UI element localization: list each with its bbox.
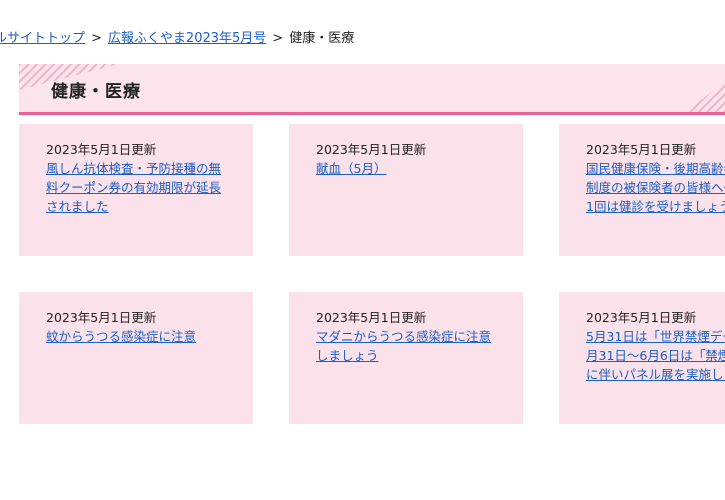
article-date: 2023年5月1日更新 xyxy=(316,310,427,325)
breadcrumb: ルサイトトップ > 広報ふくやま2023年5月号 > 健康・医療 xyxy=(0,30,354,48)
breadcrumb-link-issue[interactable]: 広報ふくやま2023年5月号 xyxy=(108,31,266,46)
article-date: 2023年5月1日更新 xyxy=(586,142,697,157)
article-link[interactable]: 蚊からうつる感染症に注意 xyxy=(46,327,227,346)
section-title: 健康・医療 xyxy=(51,82,141,102)
article-link[interactable]: 国民健康保険・後期高齢者医療制度の被保険者の皆様へ〜年に1回は健診を受けましょう… xyxy=(586,159,725,216)
breadcrumb-separator: > xyxy=(91,31,102,46)
article-card: 2023年5月1日更新 5月31日は「世界禁煙デー」・5月31日〜6月6日は「禁… xyxy=(559,292,725,424)
article-date: 2023年5月1日更新 xyxy=(586,310,697,325)
heading-stripe-decoration xyxy=(685,82,725,112)
article-card: 2023年5月1日更新 献血（5月） xyxy=(289,124,523,256)
section-heading: 健康・医療 xyxy=(19,64,725,115)
breadcrumb-link-top[interactable]: ルサイトトップ xyxy=(0,31,85,46)
article-link[interactable]: マダニからうつる感染症に注意しましょう xyxy=(316,327,497,365)
article-card: 2023年5月1日更新 風しん抗体検査・予防接種の無料クーポン券の有効期限が延長… xyxy=(19,124,253,256)
article-card: 2023年5月1日更新 蚊からうつる感染症に注意 xyxy=(19,292,253,424)
breadcrumb-separator: > xyxy=(272,31,284,46)
article-link[interactable]: 風しん抗体検査・予防接種の無料クーポン券の有効期限が延長されました xyxy=(46,159,227,216)
article-card: 2023年5月1日更新 マダニからうつる感染症に注意しましょう xyxy=(289,292,523,424)
article-date: 2023年5月1日更新 xyxy=(46,310,157,325)
breadcrumb-current: 健康・医療 xyxy=(289,31,355,46)
article-link[interactable]: 5月31日は「世界禁煙デー」・5月31日〜6月6日は「禁煙週間」に伴いパネル展を… xyxy=(586,327,725,384)
page: ルサイトトップ > 広報ふくやま2023年5月号 > 健康・医療 健康・医療 2023年… xyxy=(0,0,725,500)
article-card: 2023年5月1日更新 国民健康保険・後期高齢者医療制度の被保険者の皆様へ〜年に… xyxy=(559,124,725,256)
article-date: 2023年5月1日更新 xyxy=(316,142,427,157)
article-date: 2023年5月1日更新 xyxy=(46,142,157,157)
article-link[interactable]: 献血（5月） xyxy=(316,159,497,178)
